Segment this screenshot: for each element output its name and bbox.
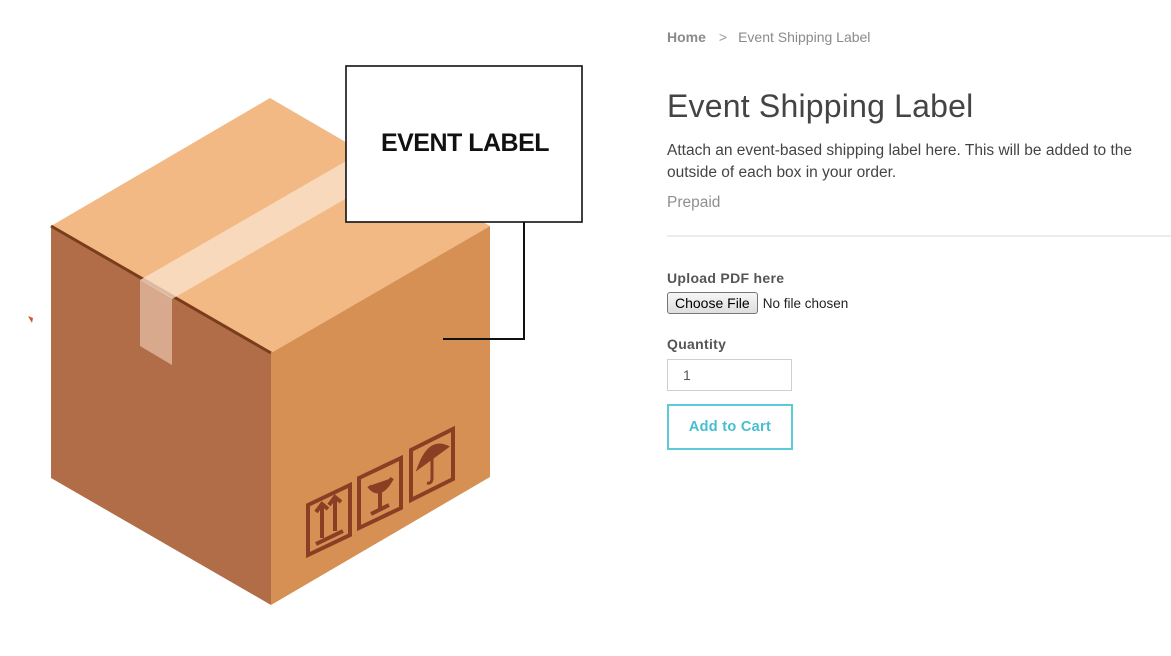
quantity-input[interactable] [667, 359, 792, 391]
shipping-box-illustration: EVENT LABEL [28, 65, 583, 605]
add-to-cart-button[interactable]: Add to Cart [667, 404, 793, 450]
breadcrumb-separator: > [718, 29, 728, 45]
choose-file-button[interactable]: Choose File [667, 292, 758, 314]
quantity-label: Quantity [667, 336, 727, 352]
stray-speck [28, 316, 33, 323]
product-price: Prepaid [667, 194, 721, 211]
upload-pdf-label: Upload PDF here [667, 270, 785, 286]
file-status-text: No file chosen [762, 295, 849, 311]
breadcrumb: Home > Event Shipping Label [667, 29, 870, 45]
breadcrumb-current: Event Shipping Label [738, 29, 871, 45]
file-upload-field: Choose File No file chosen [667, 292, 848, 314]
product-image: EVENT LABEL [0, 0, 640, 656]
divider [667, 235, 1171, 237]
breadcrumb-home-link[interactable]: Home [667, 29, 706, 45]
event-label-text: EVENT LABEL [381, 129, 549, 157]
product-description: Attach an event-based shipping label her… [667, 142, 1133, 181]
page-title: Event Shipping Label [667, 88, 974, 124]
